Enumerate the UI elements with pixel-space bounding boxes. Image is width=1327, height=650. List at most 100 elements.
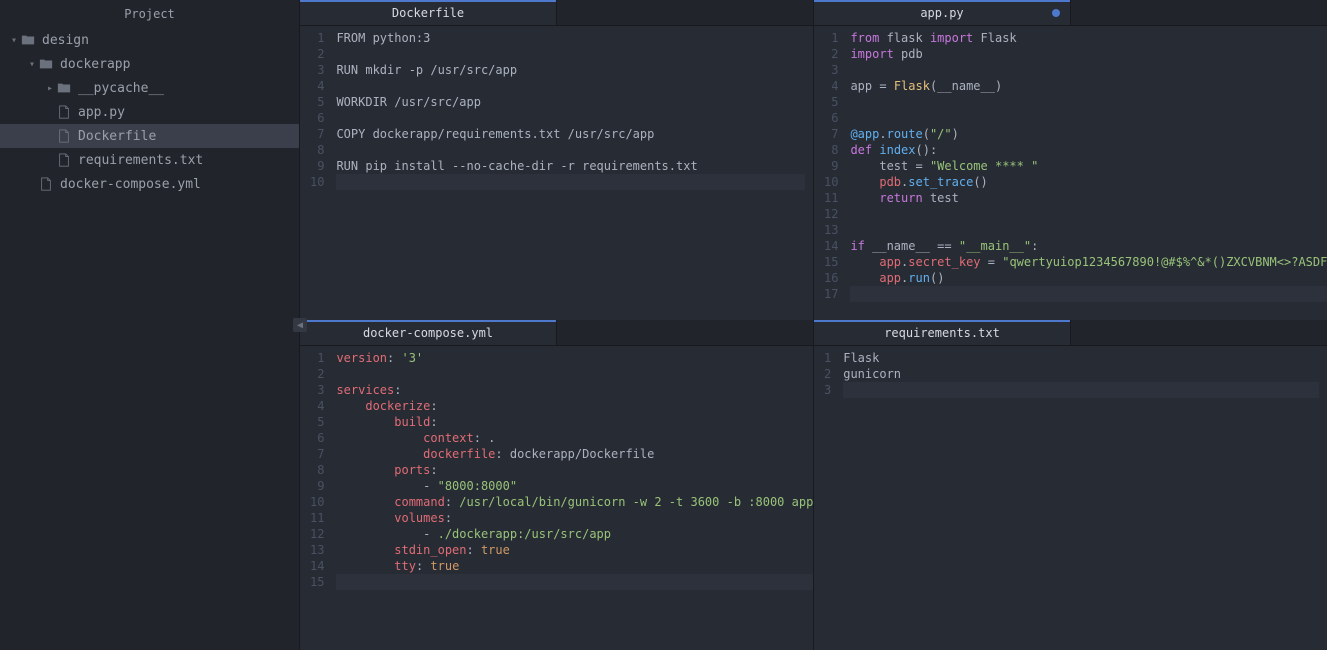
code-line[interactable]: Flask <box>843 350 1319 366</box>
tree-item-dockerapp[interactable]: ▾dockerapp <box>0 52 299 76</box>
code-line[interactable]: def index(): <box>850 142 1327 158</box>
tree-item-dockerfile[interactable]: Dockerfile <box>0 124 299 148</box>
folder-icon <box>20 32 36 48</box>
editor-row-top: Dockerfile 12345678910FROM python:3 RUN m… <box>300 0 1327 320</box>
collapse-sidebar-button[interactable]: ◀ <box>293 318 307 332</box>
tree-item-label: design <box>42 33 89 48</box>
code-line[interactable]: from flask import Flask <box>850 30 1327 46</box>
code-line[interactable] <box>850 62 1327 78</box>
code-body[interactable]: version: '3' services: dockerize: build:… <box>332 346 813 650</box>
code-line[interactable]: services: <box>336 382 813 398</box>
code-line[interactable]: if __name__ == "__main__": <box>850 238 1327 254</box>
code-line[interactable] <box>336 574 813 590</box>
code-line[interactable]: WORKDIR /usr/src/app <box>336 94 805 110</box>
code-line[interactable] <box>850 94 1327 110</box>
tree-item-requirements-txt[interactable]: requirements.txt <box>0 148 299 172</box>
code-line[interactable]: - "8000:8000" <box>336 478 813 494</box>
chevron-left-icon: ◀ <box>297 320 303 331</box>
tab-app-py[interactable]: app.py <box>814 0 1071 25</box>
project-sidebar: Project ▾design▾dockerapp ▸ __pycache__app… <box>0 0 300 650</box>
code-line[interactable] <box>850 206 1327 222</box>
file-icon <box>56 128 72 144</box>
code-line[interactable]: FROM python:3 <box>336 30 805 46</box>
code-line[interactable]: RUN pip install --no-cache-dir -r requir… <box>336 158 805 174</box>
editor-pane-requirements: requirements.txt 123Flaskgunicorn <box>814 320 1327 650</box>
tree-item-label: dockerapp <box>60 57 130 72</box>
code-line[interactable]: tty: true <box>336 558 813 574</box>
code-line[interactable] <box>850 110 1327 126</box>
file-tree[interactable]: ▾design▾dockerapp ▸ __pycache__ app.py Docke… <box>0 28 299 650</box>
line-gutter: 12345678910 <box>300 26 332 320</box>
code-body[interactable]: FROM python:3 RUN mkdir -p /usr/src/app … <box>332 26 813 320</box>
code-area[interactable]: 12345678910FROM python:3 RUN mkdir -p /u… <box>300 26 813 320</box>
sidebar-title: Project <box>0 0 299 28</box>
editor-pane-app-py: app.py 1234567891011121314151617from flas… <box>814 0 1327 320</box>
tree-item-label: requirements.txt <box>78 153 203 168</box>
code-line[interactable]: context: . <box>336 430 813 446</box>
code-line[interactable] <box>336 110 805 126</box>
code-line[interactable]: version: '3' <box>336 350 813 366</box>
code-body[interactable]: Flaskgunicorn <box>839 346 1327 650</box>
file-icon <box>38 176 54 192</box>
code-line[interactable]: pdb.set_trace() <box>850 174 1327 190</box>
tree-item-label: Dockerfile <box>78 129 156 144</box>
code-body[interactable]: from flask import Flaskimport pdb app = … <box>846 26 1327 320</box>
code-line[interactable] <box>336 78 805 94</box>
code-line[interactable]: @app.route("/") <box>850 126 1327 142</box>
tree-item-design[interactable]: ▾design <box>0 28 299 52</box>
tree-item-app-py[interactable]: app.py <box>0 100 299 124</box>
tree-item---pycache--[interactable]: ▸ __pycache__ <box>0 76 299 100</box>
tree-item-label: __pycache__ <box>78 81 164 96</box>
code-line[interactable]: test = "Welcome **** " <box>850 158 1327 174</box>
tree-item-docker-compose-yml[interactable]: docker-compose.yml <box>0 172 299 196</box>
editor-row-bottom: docker-compose.yml 123456789101112131415v… <box>300 320 1327 650</box>
code-line[interactable]: app.secret_key = "qwertyuiop1234567890!@… <box>850 254 1327 270</box>
code-line[interactable]: app = Flask(__name__) <box>850 78 1327 94</box>
code-line[interactable]: dockerfile: dockerapp/Dockerfile <box>336 446 813 462</box>
code-line[interactable]: volumes: <box>336 510 813 526</box>
code-line[interactable]: dockerize: <box>336 398 813 414</box>
tab-spacer <box>557 320 813 345</box>
chevron-icon: ▸ <box>44 83 56 94</box>
tab-spacer <box>1071 320 1327 345</box>
code-line[interactable] <box>336 142 805 158</box>
tab-bar: app.py <box>814 0 1327 26</box>
tab-label: docker-compose.yml <box>363 326 493 340</box>
tab-bar: requirements.txt <box>814 320 1327 346</box>
tab-spacer <box>557 0 813 25</box>
folder-icon <box>38 56 54 72</box>
tab-dockerfile[interactable]: Dockerfile <box>300 0 557 25</box>
code-line[interactable]: command: /usr/local/bin/gunicorn -w 2 -t… <box>336 494 813 510</box>
tab-spacer <box>1071 0 1327 25</box>
tab-docker-compose-yml[interactable]: docker-compose.yml <box>300 320 557 345</box>
code-line[interactable] <box>850 222 1327 238</box>
code-area[interactable]: 123456789101112131415version: '3' servic… <box>300 346 813 650</box>
tab-requirements-txt[interactable]: requirements.txt <box>814 320 1071 345</box>
code-line[interactable]: ports: <box>336 462 813 478</box>
code-line[interactable] <box>336 366 813 382</box>
folder-icon <box>56 80 72 96</box>
tab-label: Dockerfile <box>392 6 464 20</box>
modified-dot-icon <box>1052 9 1060 17</box>
code-area[interactable]: 1234567891011121314151617from flask impo… <box>814 26 1327 320</box>
code-line[interactable]: stdin_open: true <box>336 542 813 558</box>
code-line[interactable] <box>336 46 805 62</box>
code-line[interactable]: app.run() <box>850 270 1327 286</box>
code-area[interactable]: 123Flaskgunicorn <box>814 346 1327 650</box>
tab-label: requirements.txt <box>884 326 1000 340</box>
code-line[interactable]: import pdb <box>850 46 1327 62</box>
code-line[interactable] <box>850 286 1327 302</box>
line-gutter: 123 <box>814 346 839 650</box>
code-line[interactable]: - ./dockerapp:/usr/src/app <box>336 526 813 542</box>
tab-label: app.py <box>920 6 963 20</box>
code-line[interactable] <box>336 174 805 190</box>
code-line[interactable]: return test <box>850 190 1327 206</box>
code-line[interactable]: RUN mkdir -p /usr/src/app <box>336 62 805 78</box>
code-line[interactable]: COPY dockerapp/requirements.txt /usr/src… <box>336 126 805 142</box>
tree-item-label: app.py <box>78 105 125 120</box>
code-line[interactable]: build: <box>336 414 813 430</box>
editor-pane-docker-compose: docker-compose.yml 123456789101112131415v… <box>300 320 814 650</box>
tab-bar: docker-compose.yml <box>300 320 813 346</box>
code-line[interactable] <box>843 382 1319 398</box>
code-line[interactable]: gunicorn <box>843 366 1319 382</box>
